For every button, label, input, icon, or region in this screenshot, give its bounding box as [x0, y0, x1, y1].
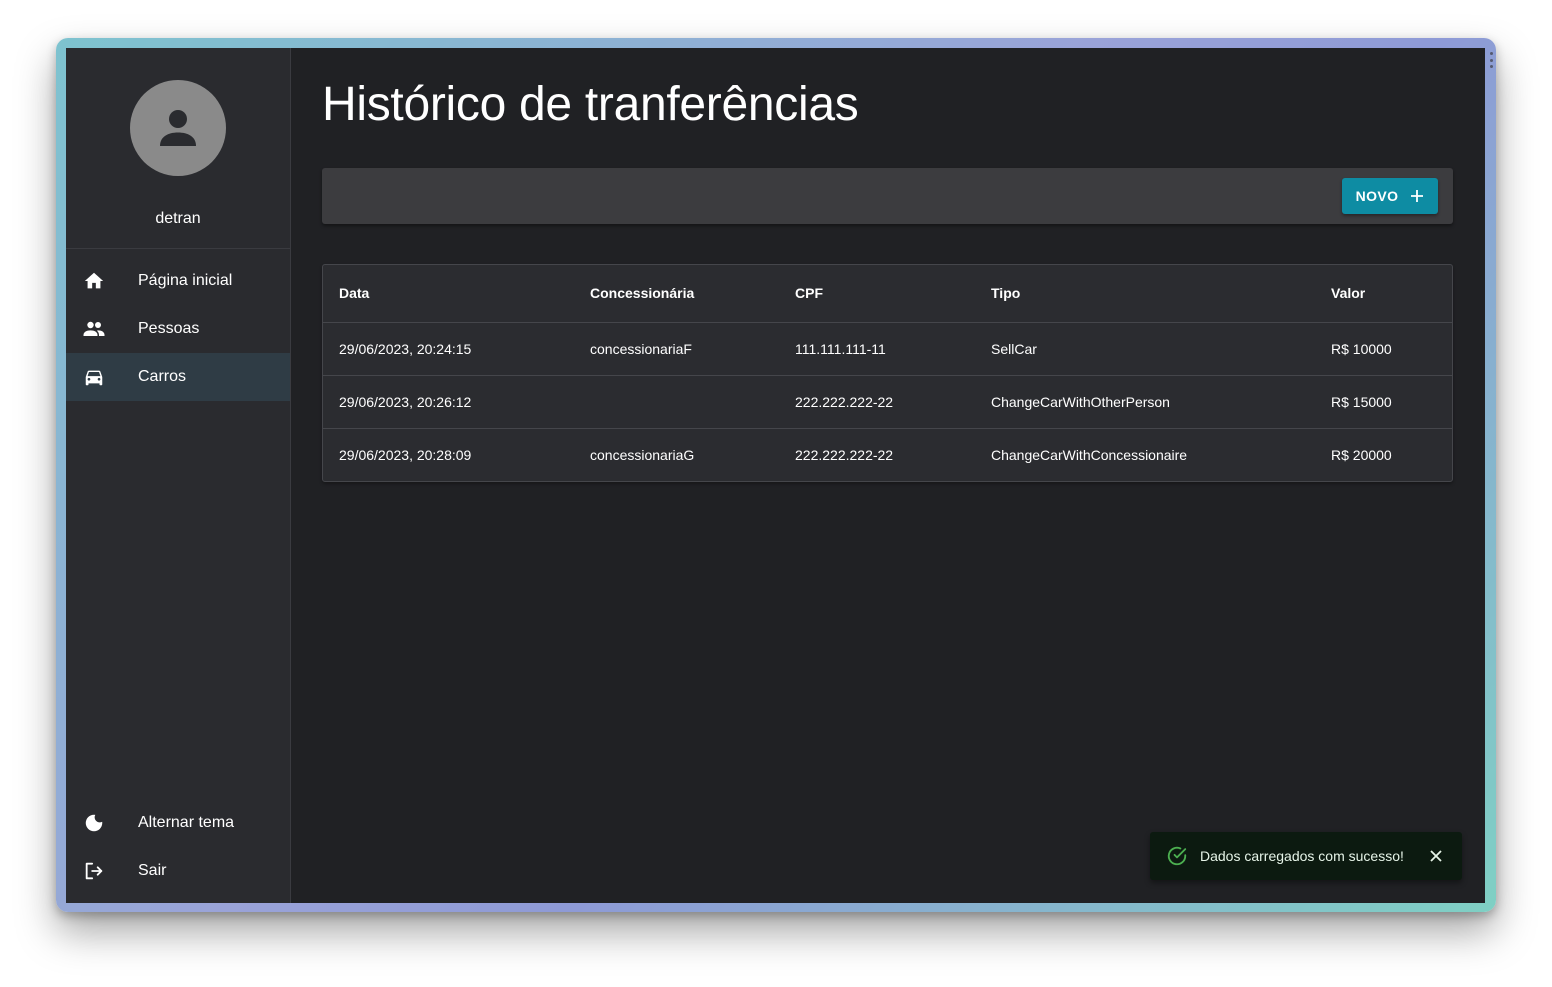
table-row[interactable]: 29/06/2023, 20:24:15 concessionariaF 111… [323, 322, 1452, 376]
cell-data: 29/06/2023, 20:28:09 [339, 446, 472, 463]
page-title: Histórico de tranferências [322, 78, 859, 131]
profile: detran [66, 48, 290, 249]
window-frame: detran Página inicial Pessoas Carros Alt… [56, 38, 1496, 912]
sidebar-bottom: Alternar tema Sair [66, 799, 290, 895]
new-button-label: NOVO [1355, 188, 1399, 204]
table-row[interactable]: 29/06/2023, 20:26:12 222.222.222-22 Chan… [323, 375, 1452, 429]
close-icon[interactable] [1426, 846, 1446, 866]
new-button[interactable]: NOVO [1342, 178, 1438, 214]
sidebar-item-label: Carros [138, 368, 187, 385]
column-header-data[interactable]: Data [323, 265, 574, 323]
sidebar-item-label: Página inicial [138, 272, 233, 289]
transfers-table: Data Concessionária CPF Tipo Valor 29/06… [322, 264, 1453, 482]
sidebar-item-home[interactable]: Página inicial [66, 257, 290, 305]
cell-cpf: 222.222.222-22 [779, 375, 975, 429]
nav: Página inicial Pessoas Carros [66, 249, 290, 401]
toggle-theme-label: Alternar tema [138, 814, 235, 831]
sidebar-item-cars[interactable]: Carros [66, 353, 290, 401]
moon-icon [82, 811, 106, 835]
logout-button[interactable]: Sair [66, 847, 290, 895]
cell-cpf: 111.111.111-11 [779, 322, 975, 376]
main-content: Histórico de tranferências NOVO Data Con… [291, 48, 1485, 903]
window-menu-dots-icon[interactable] [1490, 52, 1494, 68]
cell-valor: R$ 20000 [1331, 446, 1392, 463]
cell-tipo: ChangeCarWithConcessionaire [991, 446, 1188, 463]
column-header-concessionaria[interactable]: Concessionária [574, 265, 779, 323]
success-snackbar: Dados carregados com sucesso! [1150, 832, 1462, 880]
cell-data: 29/06/2023, 20:26:12 [323, 375, 574, 429]
logout-icon [82, 859, 106, 883]
cell-tipo: SellCar [975, 322, 1315, 376]
cell-cpf: 222.222.222-22 [795, 446, 894, 463]
toggle-theme-button[interactable]: Alternar tema [66, 799, 290, 847]
plus-icon [1411, 190, 1424, 202]
snackbar-message: Dados carregados com sucesso! [1200, 848, 1404, 864]
sidebar: detran Página inicial Pessoas Carros Alt… [66, 48, 291, 903]
people-icon [82, 317, 106, 341]
cell-valor: R$ 10000 [1315, 322, 1452, 376]
username: detran [155, 210, 201, 227]
cell-tipo: ChangeCarWithOtherPerson [975, 375, 1315, 429]
check-circle-icon [1166, 845, 1188, 867]
cell-data: 29/06/2023, 20:24:15 [323, 322, 574, 376]
avatar [130, 80, 226, 176]
table-row[interactable]: 29/06/2023, 20:28:09 concessionariaG 222… [323, 428, 1452, 481]
cell-concessionaria [574, 375, 779, 429]
column-header-cpf[interactable]: CPF [779, 265, 975, 323]
column-header-valor[interactable]: Valor [1315, 265, 1452, 323]
cell-valor: R$ 15000 [1315, 375, 1452, 429]
person-icon [160, 110, 196, 146]
sidebar-item-label: Pessoas [138, 320, 200, 337]
toolbar: NOVO [322, 168, 1453, 224]
cell-concessionaria: concessionariaG [590, 446, 695, 463]
app: detran Página inicial Pessoas Carros Alt… [66, 48, 1485, 903]
sidebar-item-people[interactable]: Pessoas [66, 305, 290, 353]
cell-concessionaria: concessionariaF [574, 322, 779, 376]
logout-label: Sair [138, 862, 167, 879]
home-icon [82, 269, 106, 293]
column-header-tipo[interactable]: Tipo [975, 265, 1315, 323]
table-header-row: Data Concessionária CPF Tipo Valor [323, 265, 1452, 323]
car-icon [82, 365, 106, 389]
